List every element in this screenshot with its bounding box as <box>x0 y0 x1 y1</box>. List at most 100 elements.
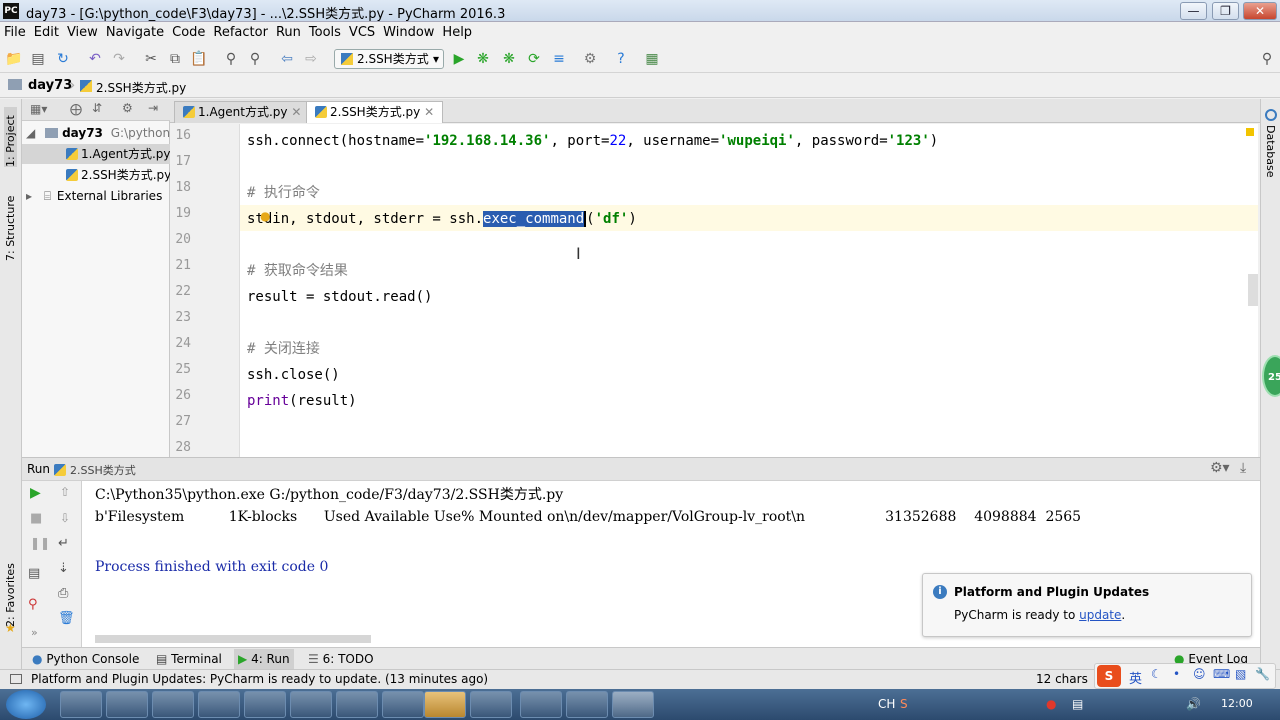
collapse-all-icon[interactable]: ⇵ <box>92 101 102 115</box>
menu-window[interactable]: Window <box>379 22 438 44</box>
more-icon[interactable]: » <box>31 626 38 639</box>
code-editor[interactable]: ssh.connect(hostname='192.168.14.36', po… <box>240 124 1258 457</box>
settings-icon[interactable]: ⚙ <box>581 50 599 68</box>
punctuation-icon[interactable]: • <box>1173 667 1180 681</box>
moon-icon[interactable]: ☾ <box>1151 667 1162 681</box>
help-icon[interactable]: ? <box>612 50 630 68</box>
menu-file[interactable]: File <box>0 22 30 44</box>
maximize-button[interactable]: ❐ <box>1212 2 1239 20</box>
gear-icon[interactable]: ⚙ <box>122 101 133 115</box>
menu-vcs[interactable]: VCS <box>345 22 379 44</box>
taskbar-app-icon[interactable] <box>566 691 608 718</box>
cmd-taskbar-icon[interactable] <box>470 691 512 718</box>
pin-icon[interactable]: ⚲ <box>28 597 38 612</box>
intention-bulb-icon[interactable]: ● <box>260 209 270 223</box>
breadcrumb-project[interactable]: day73 <box>28 78 72 93</box>
debug-icon[interactable]: ❋ <box>474 50 492 68</box>
scroll-to-end-icon[interactable]: ⇣ <box>58 561 69 576</box>
tree-external-libraries[interactable]: ▸ ⌸ External Libraries <box>22 186 170 206</box>
tab-run[interactable]: ▶ 4: Run <box>234 649 294 669</box>
favorites-tool-tab[interactable]: 2: Favorites <box>4 557 17 627</box>
tree-root-folder[interactable]: ◢ day73 G:\python_ <box>22 123 170 143</box>
editor-tab[interactable]: 1.Agent方式.py ✕ <box>174 101 311 123</box>
scroll-from-source-icon[interactable]: ⨁ <box>70 102 82 116</box>
search-everywhere-icon[interactable]: ⚲ <box>1258 50 1276 68</box>
project-view-icon[interactable]: ▦▾ <box>30 102 47 116</box>
taskbar-app-icon[interactable] <box>106 691 148 718</box>
editor-tab-active[interactable]: 2.SSH类方式.py ✕ <box>306 101 444 123</box>
tree-file-item[interactable]: 1.Agent方式.py <box>22 144 170 164</box>
status-message[interactable]: Platform and Plugin Updates: PyCharm is … <box>31 672 488 686</box>
stop-icon[interactable]: ■ <box>30 511 42 526</box>
minimize-button[interactable]: — <box>1180 2 1207 20</box>
sync-icon[interactable]: ↻ <box>54 50 72 68</box>
up-arrow-icon[interactable]: ⇧ <box>60 485 70 499</box>
keyboard-icon[interactable]: ⌨ <box>1213 667 1230 681</box>
close-button[interactable]: ✕ <box>1243 2 1277 20</box>
taskbar-app-icon[interactable] <box>382 691 424 718</box>
concurrency-icon[interactable]: ≡ <box>550 50 568 68</box>
find-icon[interactable]: ⚲ <box>222 50 240 68</box>
rerun-icon[interactable]: ▶ <box>30 485 41 501</box>
project-tool-tab[interactable]: 1: Project <box>4 107 17 167</box>
menu-help[interactable]: Help <box>438 22 476 44</box>
pycharm-taskbar-icon[interactable] <box>612 691 654 718</box>
breadcrumb-file[interactable]: 2.SSH类方式.py <box>96 79 186 96</box>
horizontal-scrollbar[interactable] <box>95 635 371 643</box>
menu-navigate[interactable]: Navigate <box>102 22 168 44</box>
volume-icon[interactable]: 🔊 <box>1186 697 1201 711</box>
clear-all-icon[interactable]: 🗑 <box>58 611 75 626</box>
tab-python-console[interactable]: ● Python Console <box>32 651 139 667</box>
replace-icon[interactable]: ⚲ <box>246 50 264 68</box>
hide-panel-icon[interactable]: ⇥ <box>148 101 158 115</box>
tab-terminal[interactable]: ▤ Terminal <box>156 651 222 667</box>
tab-todo[interactable]: ☰ 6: TODO <box>308 651 374 667</box>
expand-arrow-icon[interactable]: ◢ <box>26 126 35 140</box>
structure-tool-tab[interactable]: 7: Structure <box>4 191 17 261</box>
taskbar-app-icon[interactable] <box>60 691 102 718</box>
save-all-icon[interactable]: ▤ <box>29 50 47 68</box>
menu-edit[interactable]: Edit <box>30 22 63 44</box>
gear-icon[interactable]: ⚙▾ <box>1210 460 1230 476</box>
menu-code[interactable]: Code <box>168 22 209 44</box>
paste-icon[interactable]: 📋 <box>190 50 208 68</box>
sogou-logo-icon[interactable]: S <box>1097 665 1121 687</box>
wrench-icon[interactable]: 🔧 <box>1255 667 1270 681</box>
close-tab-icon[interactable]: ✕ <box>424 105 434 119</box>
soft-wrap-icon[interactable]: ↵ <box>58 536 69 551</box>
warning-marker-icon[interactable] <box>1246 128 1254 136</box>
run-config-tab[interactable]: 2.SSH类方式 <box>70 462 136 478</box>
collapsed-arrow-icon[interactable]: ▸ <box>26 189 32 203</box>
taskbar-app-icon[interactable] <box>198 691 240 718</box>
menu-refactor[interactable]: Refactor <box>209 22 272 44</box>
ime-mode[interactable]: 英 <box>1129 668 1142 687</box>
tree-file-item[interactable]: 2.SSH类方式.py <box>22 165 170 185</box>
ime-icon[interactable]: S <box>900 697 908 711</box>
redo-icon[interactable]: ↷ <box>110 50 128 68</box>
taskbar-app-icon[interactable] <box>152 691 194 718</box>
clock[interactable]: 12:00 <box>1221 697 1253 710</box>
tool-window-toggle-icon[interactable] <box>10 674 22 684</box>
open-folder-icon[interactable]: 📁 <box>5 50 23 68</box>
coverage-icon[interactable]: ❋ <box>500 50 518 68</box>
network-icon[interactable]: ▤ <box>1072 697 1083 711</box>
run-configuration-select[interactable]: 2.SSH类方式 ▾ <box>334 49 444 69</box>
scroll-marker[interactable] <box>1248 274 1258 306</box>
menu-tools[interactable]: Tools <box>305 22 345 44</box>
pause-icon[interactable]: ❚❚ <box>30 536 50 550</box>
sdk-manager-icon[interactable]: ▦ <box>643 50 661 68</box>
undo-icon[interactable]: ↶ <box>86 50 104 68</box>
hide-panel-icon[interactable]: ⤓ <box>1240 460 1246 476</box>
database-tool-tab[interactable]: Database <box>1264 125 1277 178</box>
chrome-taskbar-icon[interactable] <box>244 691 286 718</box>
start-button-icon[interactable] <box>6 690 46 719</box>
skin-icon[interactable]: ▧ <box>1235 667 1246 681</box>
word-taskbar-icon[interactable] <box>336 691 378 718</box>
cut-icon[interactable]: ✂ <box>142 50 160 68</box>
layout-icon[interactable]: ▤ <box>28 566 40 581</box>
run-icon[interactable]: ▶ <box>450 50 468 68</box>
down-arrow-icon[interactable]: ⇩ <box>60 511 70 525</box>
menu-run[interactable]: Run <box>272 22 305 44</box>
back-icon[interactable]: ⇦ <box>278 50 296 68</box>
update-link[interactable]: update <box>1079 608 1121 622</box>
